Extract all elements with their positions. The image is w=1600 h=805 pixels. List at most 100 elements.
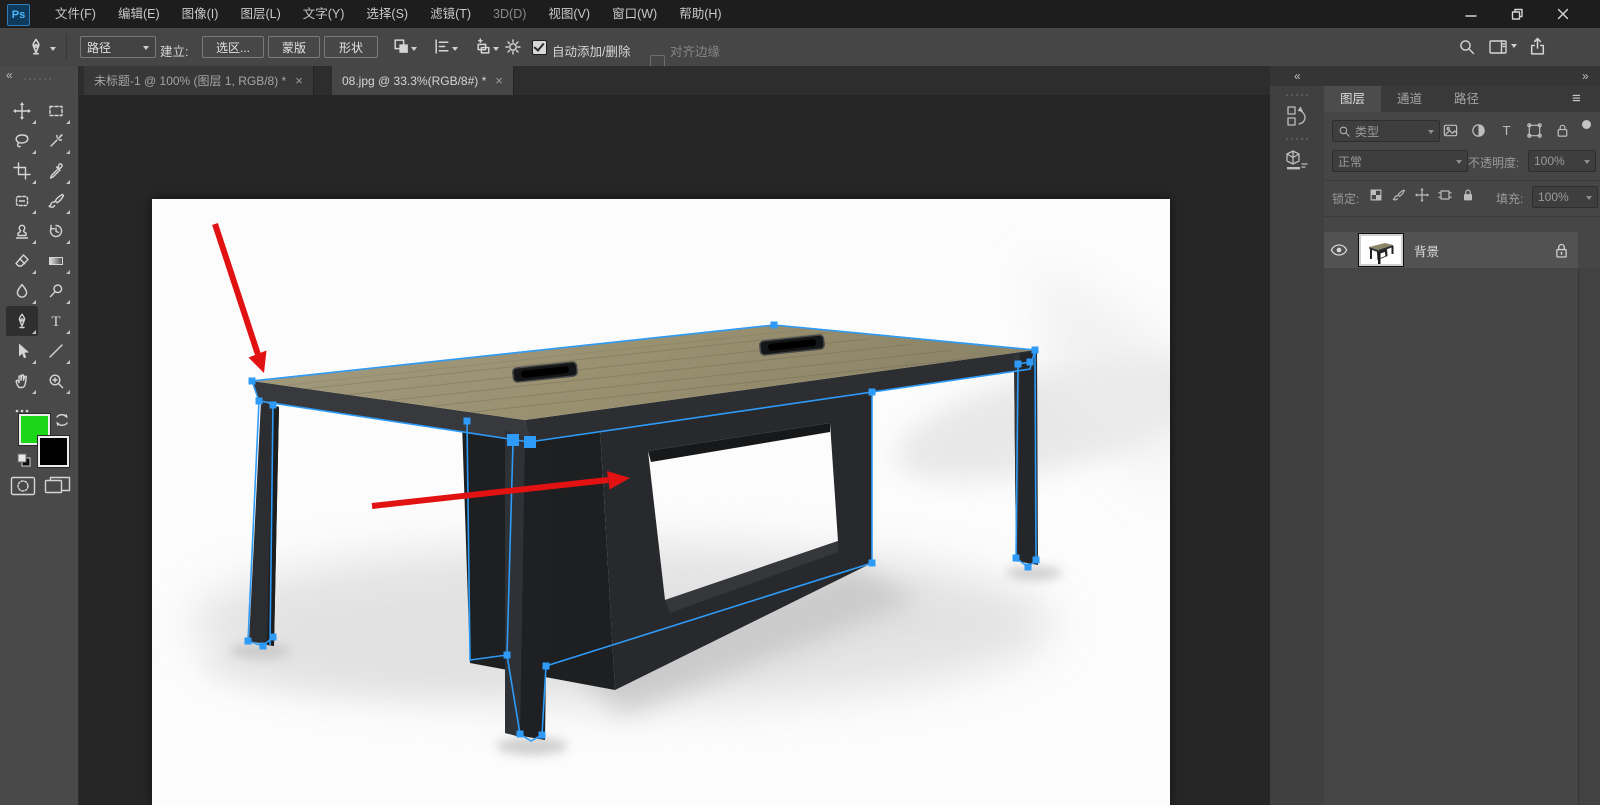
restore-button[interactable] bbox=[1494, 0, 1540, 28]
menu-type[interactable]: 文字(Y) bbox=[292, 0, 356, 28]
auto-add-delete-label: 自动添加/删除 bbox=[552, 41, 630, 60]
document-tab-08jpg[interactable]: 08.jpg @ 33.3%(RGB/8#) * × bbox=[332, 66, 514, 95]
document-tab-untitled[interactable]: 未标题-1 @ 100% (图层 1, RGB/8) * × bbox=[84, 66, 314, 95]
tool-rectangular-marquee[interactable] bbox=[40, 96, 72, 126]
canvas-artwork bbox=[152, 199, 1170, 805]
share-icon[interactable] bbox=[1528, 37, 1547, 56]
filter-adjustment-layers-icon[interactable] bbox=[1470, 122, 1487, 139]
tool-brush[interactable] bbox=[40, 186, 72, 216]
tool-eyedropper[interactable] bbox=[40, 156, 72, 186]
filter-smart-objects-icon[interactable] bbox=[1554, 122, 1571, 139]
panel-menu-icon[interactable]: ≡ bbox=[1572, 90, 1581, 107]
filter-pixel-layers-icon[interactable] bbox=[1442, 122, 1459, 139]
tool-dodge[interactable] bbox=[40, 276, 72, 306]
tab-paths[interactable]: 路径 bbox=[1438, 86, 1495, 112]
collapse-panels-icon[interactable]: » bbox=[1582, 69, 1589, 83]
layer-visibility-eye-icon[interactable] bbox=[1324, 243, 1354, 257]
layer-filter-dropdown[interactable]: 类型 bbox=[1332, 120, 1440, 142]
layer-thumbnail[interactable] bbox=[1358, 233, 1404, 267]
history-panel-icon[interactable] bbox=[1283, 102, 1311, 130]
tool-eraser[interactable] bbox=[6, 246, 38, 276]
tools-panel: « T bbox=[0, 66, 79, 805]
panel-grip[interactable] bbox=[24, 78, 54, 80]
tool-type[interactable]: T bbox=[40, 306, 72, 336]
photoshop-logo-icon: Ps bbox=[7, 4, 30, 26]
close-window-button[interactable] bbox=[1540, 0, 1586, 28]
tool-mode-value: 路径 bbox=[87, 39, 111, 56]
make-shape-button[interactable]: 形状 bbox=[324, 36, 378, 58]
background-color-swatch[interactable] bbox=[38, 436, 69, 467]
tool-magic-wand[interactable] bbox=[40, 126, 72, 156]
path-arrangement-icon[interactable] bbox=[474, 37, 499, 56]
blend-mode-dropdown[interactable]: 正常 bbox=[1332, 150, 1468, 172]
lock-all-icon[interactable] bbox=[1460, 187, 1476, 203]
menu-layer[interactable]: 图层(L) bbox=[229, 0, 291, 28]
tool-zoom[interactable] bbox=[40, 366, 72, 396]
layers-panel: 图层 通道 路径 ≡ 类型 T 正常 不透明度: 100% 锁定 bbox=[1324, 86, 1600, 805]
menu-3d[interactable]: 3D(D) bbox=[482, 0, 537, 28]
tab-layers[interactable]: 图层 bbox=[1324, 86, 1381, 112]
tool-hand[interactable] bbox=[6, 366, 38, 396]
pen-tool-preset-icon[interactable] bbox=[26, 37, 46, 57]
lock-artboard-icon[interactable] bbox=[1437, 187, 1453, 203]
tool-path-selection[interactable] bbox=[6, 336, 38, 366]
auto-add-delete-checkbox[interactable] bbox=[532, 40, 547, 55]
filter-shape-layers-icon[interactable] bbox=[1526, 122, 1543, 139]
tool-blur[interactable] bbox=[6, 276, 38, 306]
fill-value: 100% bbox=[1538, 190, 1586, 204]
tool-preset-chevron-icon[interactable] bbox=[50, 47, 56, 54]
tool-lasso[interactable] bbox=[6, 126, 38, 156]
make-mask-button[interactable]: 蒙版 bbox=[268, 36, 320, 58]
close-tab-icon[interactable]: × bbox=[295, 73, 303, 88]
opacity-label: 不透明度: bbox=[1468, 154, 1519, 171]
menu-image[interactable]: 图像(I) bbox=[171, 0, 230, 28]
menu-window[interactable]: 窗口(W) bbox=[601, 0, 668, 28]
svg-text:T: T bbox=[51, 314, 60, 330]
document-tab-bar: 未标题-1 @ 100% (图层 1, RGB/8) * × 08.jpg @ … bbox=[78, 66, 1270, 95]
document-canvas[interactable] bbox=[152, 199, 1170, 805]
tool-line[interactable] bbox=[40, 336, 72, 366]
default-colors-icon[interactable] bbox=[16, 452, 32, 468]
tool-pen[interactable] bbox=[6, 306, 38, 336]
lock-position-icon[interactable] bbox=[1414, 187, 1430, 203]
tool-gradient[interactable] bbox=[40, 246, 72, 276]
filter-toggle-icon[interactable] bbox=[1582, 120, 1591, 129]
menu-filter[interactable]: 滤镜(T) bbox=[419, 0, 482, 28]
panel-scroll-track[interactable] bbox=[1579, 268, 1600, 805]
workspace-switcher-icon[interactable] bbox=[1488, 38, 1517, 56]
menu-help[interactable]: 帮助(H) bbox=[668, 0, 732, 28]
screen-mode-button[interactable] bbox=[44, 476, 71, 496]
make-selection-button[interactable]: 选区... bbox=[202, 36, 264, 58]
panel-tab-bar: 图层 通道 路径 bbox=[1324, 86, 1600, 112]
menu-file[interactable]: 文件(F) bbox=[44, 0, 107, 28]
layer-lock-icon[interactable] bbox=[1555, 243, 1568, 258]
path-alignment-icon[interactable] bbox=[433, 37, 458, 56]
menu-select[interactable]: 选择(S) bbox=[355, 0, 419, 28]
collapse-tools-icon[interactable]: « bbox=[6, 68, 13, 82]
tab-channels[interactable]: 通道 bbox=[1381, 86, 1438, 112]
lock-transparency-icon[interactable] bbox=[1368, 187, 1384, 203]
filter-type-layers-icon[interactable]: T bbox=[1498, 122, 1515, 139]
path-operations-icon[interactable] bbox=[392, 37, 417, 56]
menu-view[interactable]: 视图(V) bbox=[537, 0, 601, 28]
expand-panels-icon[interactable]: « bbox=[1294, 69, 1301, 83]
minimize-button[interactable] bbox=[1448, 0, 1494, 28]
tool-move[interactable] bbox=[6, 96, 38, 126]
quick-mask-button[interactable] bbox=[10, 476, 36, 496]
tool-crop[interactable] bbox=[6, 156, 38, 186]
opacity-dropdown[interactable]: 100% bbox=[1528, 150, 1596, 172]
close-tab-icon[interactable]: × bbox=[495, 73, 503, 88]
fill-dropdown[interactable]: 100% bbox=[1532, 186, 1598, 208]
tool-history-brush[interactable] bbox=[40, 216, 72, 246]
menu-edit[interactable]: 编辑(E) bbox=[107, 0, 171, 28]
search-icon[interactable] bbox=[1458, 38, 1476, 56]
lock-image-icon[interactable] bbox=[1391, 187, 1407, 203]
swap-colors-icon[interactable] bbox=[54, 412, 70, 428]
tool-options-bar: 路径 建立: 选区... 蒙版 形状 自动添加/删除 对齐边缘 bbox=[0, 28, 1600, 67]
properties-panel-icon[interactable] bbox=[1283, 146, 1311, 174]
tool-clone-stamp[interactable] bbox=[6, 216, 38, 246]
tool-spot-healing[interactable] bbox=[6, 186, 38, 216]
tool-mode-dropdown[interactable]: 路径 bbox=[80, 36, 156, 58]
gear-settings-icon[interactable] bbox=[504, 38, 522, 56]
layer-row-background[interactable]: 背景 bbox=[1324, 232, 1578, 268]
